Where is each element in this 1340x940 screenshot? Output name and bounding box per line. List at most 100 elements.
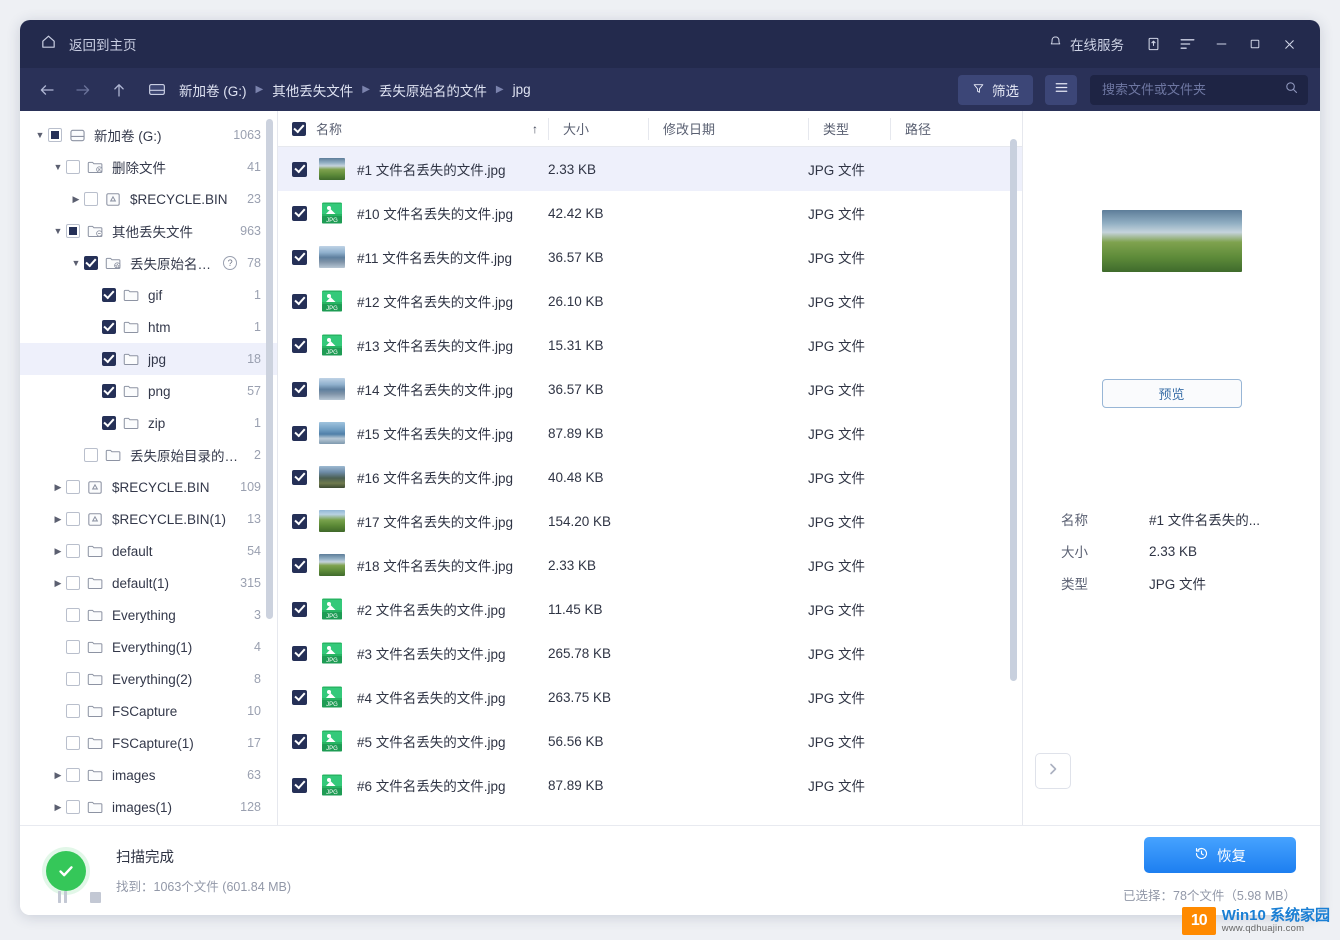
row-checkbox[interactable] xyxy=(292,690,307,705)
online-service-button[interactable]: 在线服务 xyxy=(1036,28,1136,60)
row-checkbox[interactable] xyxy=(292,250,307,265)
back-button[interactable] xyxy=(30,75,64,105)
row-checkbox[interactable] xyxy=(292,514,307,529)
tree-checkbox[interactable] xyxy=(84,192,98,206)
close-icon[interactable] xyxy=(1272,29,1306,59)
tree-checkbox[interactable] xyxy=(102,288,116,302)
chevron-down-icon[interactable]: ▼ xyxy=(50,162,66,172)
chevron-right-icon[interactable]: ▶ xyxy=(68,194,84,205)
sidebar-scrollbar-thumb[interactable] xyxy=(266,119,273,619)
row-checkbox[interactable] xyxy=(292,602,307,617)
tree-item-recyclebin[interactable]: ▶$RECYCLE.BIN23 xyxy=(20,183,277,215)
column-header-path[interactable]: 路径 xyxy=(890,118,1022,140)
row-checkbox[interactable] xyxy=(292,734,307,749)
table-row[interactable]: #14 文件名丢失的文件.jpg36.57 KBJPG 文件 xyxy=(278,367,1022,411)
tree-item-htm[interactable]: htm1 xyxy=(20,311,277,343)
breadcrumb-item-2[interactable]: 丢失原始名的文件 xyxy=(373,77,493,103)
column-header-type[interactable]: 类型 xyxy=(808,118,890,140)
tree-item-gif[interactable]: gif1 xyxy=(20,279,277,311)
tree-checkbox[interactable] xyxy=(66,544,80,558)
tree-checkbox[interactable] xyxy=(102,320,116,334)
stop-icon[interactable] xyxy=(90,890,101,908)
file-list-scrollbar-thumb[interactable] xyxy=(1010,139,1017,681)
tree-item-images[interactable]: ▶images63 xyxy=(20,759,277,791)
tree-checkbox[interactable] xyxy=(66,512,80,526)
table-row[interactable]: JPG#3 文件名丢失的文件.jpg265.78 KBJPG 文件 xyxy=(278,631,1022,675)
preview-button[interactable]: 预览 xyxy=(1102,379,1242,408)
tree-checkbox[interactable] xyxy=(48,128,62,142)
row-checkbox[interactable] xyxy=(292,382,307,397)
row-checkbox[interactable] xyxy=(292,558,307,573)
recover-button[interactable]: 恢复 xyxy=(1144,837,1296,873)
chevron-right-icon[interactable]: ▶ xyxy=(50,546,66,557)
tree-item-png[interactable]: png57 xyxy=(20,375,277,407)
table-row[interactable]: JPG#6 文件名丢失的文件.jpg87.89 KBJPG 文件 xyxy=(278,763,1022,807)
tree-item-recyclebin(1)[interactable]: ▶$RECYCLE.BIN(1)13 xyxy=(20,503,277,535)
row-checkbox[interactable] xyxy=(292,294,307,309)
column-header-name[interactable]: 名称 ↑ xyxy=(278,118,548,140)
breadcrumb-item-0[interactable]: 新加卷 (G:) xyxy=(173,77,253,103)
tree-checkbox[interactable] xyxy=(66,224,80,238)
tree-checkbox[interactable] xyxy=(66,480,80,494)
tree-item-recyclebin[interactable]: ▶$RECYCLE.BIN109 xyxy=(20,471,277,503)
filter-button[interactable]: 筛选 xyxy=(958,75,1033,105)
search-icon[interactable] xyxy=(1284,80,1299,100)
breadcrumb-item-1[interactable]: 其他丢失文件 xyxy=(266,77,359,103)
tree-item-jpg[interactable]: jpg18 xyxy=(20,343,277,375)
tree-checkbox[interactable] xyxy=(102,384,116,398)
list-menu-icon[interactable] xyxy=(1170,29,1204,59)
row-checkbox[interactable] xyxy=(292,426,307,441)
chevron-right-icon[interactable]: ▶ xyxy=(50,578,66,589)
table-row[interactable]: JPG#4 文件名丢失的文件.jpg263.75 KBJPG 文件 xyxy=(278,675,1022,719)
chevron-right-icon[interactable]: ▶ xyxy=(50,482,66,493)
chevron-down-icon[interactable]: ▼ xyxy=(32,130,48,140)
chevron-down-icon[interactable]: ▼ xyxy=(50,226,66,236)
table-row[interactable]: #15 文件名丢失的文件.jpg87.89 KBJPG 文件 xyxy=(278,411,1022,455)
help-icon[interactable]: ? xyxy=(223,256,237,270)
tree-item-everything[interactable]: Everything3 xyxy=(20,599,277,631)
chevron-down-icon[interactable]: ▼ xyxy=(68,258,84,268)
next-file-button[interactable] xyxy=(1035,753,1071,789)
maximize-icon[interactable] xyxy=(1238,29,1272,59)
row-checkbox[interactable] xyxy=(292,470,307,485)
search-input[interactable] xyxy=(1102,82,1284,97)
table-row[interactable]: JPG#2 文件名丢失的文件.jpg11.45 KBJPG 文件 xyxy=(278,587,1022,631)
chevron-right-icon[interactable]: ▶ xyxy=(50,770,66,781)
breadcrumb-item-3[interactable]: jpg xyxy=(507,79,537,100)
table-row[interactable]: JPG#10 文件名丢失的文件.jpg42.42 KBJPG 文件 xyxy=(278,191,1022,235)
tree-checkbox[interactable] xyxy=(66,800,80,814)
tree-checkbox[interactable] xyxy=(84,256,98,270)
minimize-icon[interactable] xyxy=(1204,29,1238,59)
tree-item-zip[interactable]: zip1 xyxy=(20,407,277,439)
tree-item-新加卷(g)[interactable]: ▼新加卷 (G:)1063 xyxy=(20,119,277,151)
table-row[interactable]: #1 文件名丢失的文件.jpg2.33 KBJPG 文件 xyxy=(278,147,1022,191)
tree-checkbox[interactable] xyxy=(66,704,80,718)
forward-button[interactable] xyxy=(66,75,100,105)
row-checkbox[interactable] xyxy=(292,778,307,793)
tree-item-删除文件[interactable]: ▼删除文件41 xyxy=(20,151,277,183)
sort-asc-icon[interactable]: ↑ xyxy=(532,122,538,136)
up-button[interactable] xyxy=(102,75,136,105)
view-toggle-button[interactable] xyxy=(1045,75,1077,105)
table-row[interactable]: JPG#5 文件名丢失的文件.jpg56.56 KBJPG 文件 xyxy=(278,719,1022,763)
select-all-checkbox[interactable] xyxy=(292,122,306,136)
tree-item-everything(1)[interactable]: Everything(1)4 xyxy=(20,631,277,663)
pause-icon[interactable] xyxy=(58,890,68,908)
row-checkbox[interactable] xyxy=(292,162,307,177)
table-row[interactable]: JPG#12 文件名丢失的文件.jpg26.10 KBJPG 文件 xyxy=(278,279,1022,323)
tree-item-丢失原始目录的文件[interactable]: 丢失原始目录的文件2 xyxy=(20,439,277,471)
chevron-right-icon[interactable]: ▶ xyxy=(50,514,66,525)
tree-item-其他丢失文件[interactable]: ▼其他丢失文件963 xyxy=(20,215,277,247)
table-row[interactable]: #11 文件名丢失的文件.jpg36.57 KBJPG 文件 xyxy=(278,235,1022,279)
tree-checkbox[interactable] xyxy=(66,576,80,590)
home-button[interactable]: 返回到主页 xyxy=(36,29,141,59)
tree-item-default[interactable]: ▶default54 xyxy=(20,535,277,567)
column-header-size[interactable]: 大小 xyxy=(548,118,648,140)
chevron-right-icon[interactable]: ▶ xyxy=(50,802,66,813)
tree-item-fscapture[interactable]: FSCapture10 xyxy=(20,695,277,727)
tree-checkbox[interactable] xyxy=(66,672,80,686)
tree-item-images(1)[interactable]: ▶images(1)128 xyxy=(20,791,277,823)
tree-item-default(1)[interactable]: ▶default(1)315 xyxy=(20,567,277,599)
tree-item-丢失原始名的文件[interactable]: ▼丢失原始名的文件?78 xyxy=(20,247,277,279)
table-row[interactable]: #16 文件名丢失的文件.jpg40.48 KBJPG 文件 xyxy=(278,455,1022,499)
